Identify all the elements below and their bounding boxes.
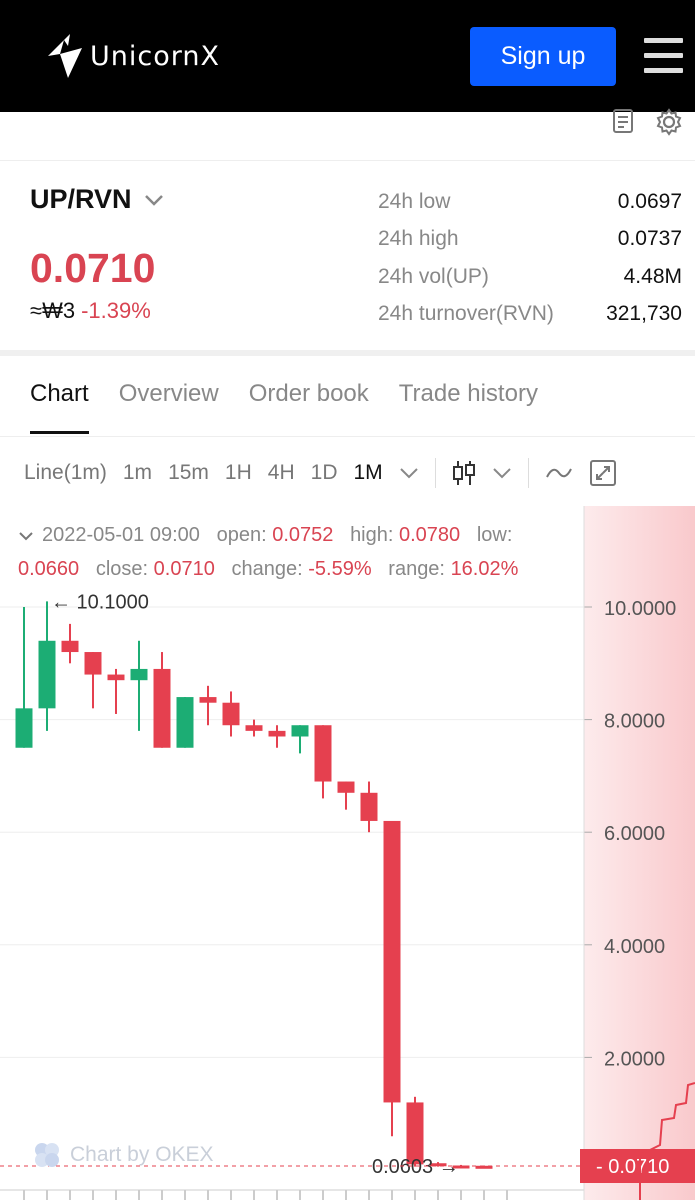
last-price: 0.0710: [30, 245, 156, 291]
candlestick-chart[interactable]: 10.0000 8.0000 6.0000 4.0000 2.0000 ← 10.100…: [0, 506, 695, 1200]
indicator-wave-icon[interactable]: [545, 465, 573, 481]
stat-row: 24h turnover(RVN) 321,730: [378, 296, 682, 334]
interval-15m[interactable]: 15m: [168, 461, 209, 485]
top-bar: UnicornX Sign up: [0, 0, 695, 112]
candle-body: [245, 725, 263, 731]
candle-body: [314, 725, 332, 782]
stat-value: 0.0737: [617, 227, 682, 251]
price-sub: ≈₩3 -1.39%: [30, 298, 151, 324]
candle-body: [222, 702, 240, 726]
tab-order-book[interactable]: Order book: [249, 380, 369, 408]
candle-body: [38, 640, 56, 709]
interval-toolbar: Line(1m) 1m 15m 1H 4H 1D 1M: [24, 458, 617, 488]
interval-1m[interactable]: 1m: [123, 461, 152, 485]
info-change-label: change:: [231, 558, 303, 580]
candle-body: [291, 725, 309, 737]
chevron-down-icon[interactable]: [492, 467, 512, 479]
gear-icon[interactable]: [655, 108, 683, 136]
last-price-label: - 0.0710: [596, 1156, 669, 1178]
page-tools: [611, 108, 683, 136]
okex-logo-icon: [35, 1143, 59, 1167]
chevron-down-icon[interactable]: [399, 467, 419, 479]
section-band: [0, 350, 695, 356]
fullscreen-icon[interactable]: [589, 459, 617, 487]
stat-label: 24h vol(UP): [378, 264, 489, 288]
interval-1M[interactable]: 1M: [354, 461, 383, 485]
candle-body: [176, 697, 194, 748]
sign-up-button[interactable]: Sign up: [470, 27, 616, 86]
watermark-text: Chart by OKEX: [70, 1143, 214, 1166]
candle-body: [337, 781, 355, 793]
info-range-label: range:: [388, 558, 445, 580]
y-tick-label: 10.0000: [604, 598, 676, 620]
min-price-label: 0.0603 →: [372, 1156, 459, 1178]
tab-chart[interactable]: Chart: [30, 380, 89, 434]
info-high: 0.0780: [399, 524, 461, 546]
info-high-label: high:: [350, 524, 394, 546]
tab-overview[interactable]: Overview: [119, 380, 219, 408]
tab-trade-history[interactable]: Trade history: [399, 380, 538, 408]
info-low: 0.0660: [18, 558, 80, 580]
divider: [0, 160, 695, 161]
approx-price: ≈₩3: [30, 298, 76, 323]
candle-body: [130, 668, 148, 681]
info-low-label: low:: [476, 524, 513, 546]
stat-value: 0.0697: [617, 189, 682, 213]
y-tick-label: 2.0000: [604, 1048, 665, 1070]
candle-body: [360, 792, 378, 821]
pair-selector[interactable]: UP/RVN: [30, 184, 164, 215]
info-open: 0.0752: [272, 524, 334, 546]
candle-info: 2022-05-01 09:00 open: 0.0752 high: 0.07…: [18, 518, 578, 586]
pair-name: UP/RVN: [30, 184, 132, 214]
stat-row: 24h low 0.0697: [378, 183, 682, 221]
interval-1h[interactable]: 1H: [225, 461, 252, 485]
chart-watermark: Chart by OKEX: [32, 1140, 214, 1170]
candle-body: [383, 820, 401, 1103]
y-tick-label: 8.0000: [604, 711, 665, 733]
candle-body: [15, 708, 33, 748]
divider: [0, 436, 695, 437]
chevron-down-icon: [144, 194, 163, 206]
max-price-label: ← 10.1000: [51, 591, 149, 613]
document-icon[interactable]: [611, 108, 635, 134]
candle-body: [199, 697, 217, 703]
interval-line-1m[interactable]: Line(1m): [24, 461, 107, 485]
stat-label: 24h high: [378, 227, 459, 251]
chevron-down-icon[interactable]: [18, 531, 34, 541]
unicorn-logo-icon: [48, 34, 82, 78]
stat-value: 4.48M: [623, 264, 682, 288]
toolbar-separator: [434, 458, 436, 488]
stat-label: 24h low: [378, 189, 451, 213]
info-datetime: 2022-05-01 09:00: [42, 524, 200, 546]
candle-body: [107, 674, 125, 681]
candle-body: [153, 668, 171, 748]
candle-body: [84, 652, 102, 675]
brand-name: UnicornX: [90, 40, 220, 72]
candles-layer: [15, 601, 493, 1169]
stat-label: 24h turnover(RVN): [378, 302, 554, 326]
stat-value: 321,730: [606, 302, 682, 326]
info-change: -5.59%: [308, 558, 372, 580]
toolbar-separator: [527, 458, 529, 488]
y-tick-label: 4.0000: [604, 936, 665, 958]
candle-body: [268, 730, 286, 737]
change-percent: -1.39%: [81, 298, 151, 323]
ticker-stats: 24h low 0.0697 24h high 0.0737 24h vol(UP)…: [378, 183, 682, 333]
interval-4h[interactable]: 4H: [268, 461, 295, 485]
interval-1d[interactable]: 1D: [311, 461, 338, 485]
brand-logo[interactable]: UnicornX: [44, 34, 220, 78]
info-range: 16.02%: [450, 558, 519, 580]
info-open-label: open:: [216, 524, 267, 546]
stat-row: 24h high 0.0737: [378, 221, 682, 259]
candlestick-icon[interactable]: [452, 459, 476, 487]
chart-grid: [0, 606, 584, 1200]
info-close-label: close:: [95, 558, 149, 580]
hamburger-menu-icon[interactable]: [644, 38, 683, 74]
candle-body: [61, 640, 79, 653]
tab-bar: Chart Overview Order book Trade history: [30, 380, 538, 434]
y-tick-label: 6.0000: [604, 823, 665, 845]
stat-row: 24h vol(UP) 4.48M: [378, 258, 682, 296]
info-close: 0.0710: [153, 558, 215, 580]
